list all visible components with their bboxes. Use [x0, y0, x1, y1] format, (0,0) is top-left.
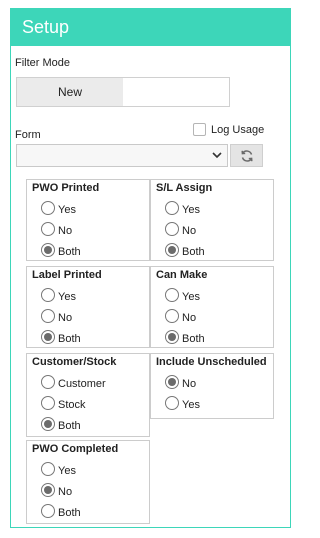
group-include-unscheduled: Include Unscheduled No Yes [150, 353, 274, 419]
option-label: Both [58, 507, 81, 519]
option-label: Both [58, 246, 81, 258]
option-label: Both [182, 333, 205, 345]
radio-option-no[interactable]: No [41, 309, 73, 324]
radio-option-yes[interactable]: Yes [41, 288, 76, 303]
radio-button[interactable] [165, 201, 179, 215]
radio-option-yes[interactable]: Yes [165, 288, 200, 303]
group-title: PWO Completed [32, 443, 119, 455]
radio-button[interactable] [41, 396, 55, 410]
radio-button[interactable] [165, 288, 179, 302]
radio-option-customer[interactable]: Customer [41, 375, 106, 390]
option-label: Yes [182, 291, 200, 303]
radio-button[interactable] [165, 375, 179, 389]
form-label: Form [15, 129, 41, 141]
option-label: Stock [58, 399, 86, 411]
radio-option-both[interactable]: Both [41, 330, 81, 345]
form-select[interactable] [16, 144, 228, 167]
group-title: Customer/Stock [32, 356, 117, 368]
radio-button[interactable] [41, 504, 55, 518]
option-label: Customer [58, 378, 106, 390]
option-label: No [182, 225, 197, 237]
radio-button[interactable] [41, 222, 55, 236]
radio-option-no[interactable]: No [165, 222, 197, 237]
group-label-printed: Label Printed Yes No Both [26, 266, 150, 348]
option-label: Both [58, 333, 81, 345]
group-title: Label Printed [32, 269, 102, 281]
log-usage-label: Log Usage [211, 123, 265, 136]
radio-option-both[interactable]: Both [165, 243, 205, 258]
group-title: Can Make [156, 269, 208, 281]
filter-mode-label: Filter Mode [15, 57, 71, 69]
option-label: No [58, 486, 73, 498]
group-can-make: Can Make Yes No Both [150, 266, 274, 348]
log-usage-checkbox[interactable] [193, 123, 206, 136]
refresh-icon [240, 149, 253, 162]
filter-mode-new-button[interactable]: New [17, 78, 123, 106]
radio-button[interactable] [165, 309, 179, 323]
log-usage: Log Usage [193, 123, 264, 136]
group-title: Include Unscheduled [156, 356, 267, 368]
panel-title: Setup [11, 9, 290, 46]
option-label: Both [182, 246, 205, 258]
chevron-down-icon [212, 152, 222, 159]
option-label: Yes [182, 204, 200, 216]
option-label: Yes [58, 465, 76, 477]
radio-option-no[interactable]: No [41, 483, 73, 498]
radio-option-both[interactable]: Both [41, 504, 81, 519]
radio-button[interactable] [41, 375, 55, 389]
radio-button[interactable] [41, 417, 55, 431]
radio-option-yes[interactable]: Yes [165, 396, 200, 411]
radio-button[interactable] [41, 462, 55, 476]
option-label: No [182, 378, 197, 390]
option-label: Yes [182, 399, 200, 411]
option-label: Yes [58, 291, 76, 303]
radio-button[interactable] [165, 330, 179, 344]
option-label: No [58, 312, 73, 324]
radio-button[interactable] [165, 243, 179, 257]
group-title: S/L Assign [156, 182, 213, 194]
radio-option-yes[interactable]: Yes [41, 462, 76, 477]
radio-button[interactable] [41, 201, 55, 215]
radio-button[interactable] [165, 396, 179, 410]
radio-button[interactable] [41, 309, 55, 323]
radio-option-yes[interactable]: Yes [165, 201, 200, 216]
filter-mode-toggle: New [16, 77, 230, 107]
radio-option-both[interactable]: Both [165, 330, 205, 345]
radio-option-no[interactable]: No [41, 222, 73, 237]
radio-option-stock[interactable]: Stock [41, 396, 86, 411]
radio-button[interactable] [165, 222, 179, 236]
option-label: No [58, 225, 73, 237]
option-label: No [182, 312, 197, 324]
radio-button[interactable] [41, 288, 55, 302]
radio-option-no[interactable]: No [165, 309, 197, 324]
option-label: Both [58, 420, 81, 432]
group-sl-assign: S/L Assign Yes No Both [150, 179, 274, 261]
radio-button[interactable] [41, 330, 55, 344]
group-customer-stock: Customer/Stock Customer Stock Both [26, 353, 150, 437]
radio-option-both[interactable]: Both [41, 417, 81, 432]
group-title: PWO Printed [32, 182, 100, 194]
refresh-button[interactable] [230, 144, 263, 167]
group-pwo-completed: PWO Completed Yes No Both [26, 440, 150, 524]
radio-button[interactable] [41, 243, 55, 257]
radio-option-both[interactable]: Both [41, 243, 81, 258]
radio-button[interactable] [41, 483, 55, 497]
radio-option-yes[interactable]: Yes [41, 201, 76, 216]
group-pwo-printed: PWO Printed Yes No Both [26, 179, 150, 261]
option-label: Yes [58, 204, 76, 216]
radio-option-no[interactable]: No [165, 375, 197, 390]
